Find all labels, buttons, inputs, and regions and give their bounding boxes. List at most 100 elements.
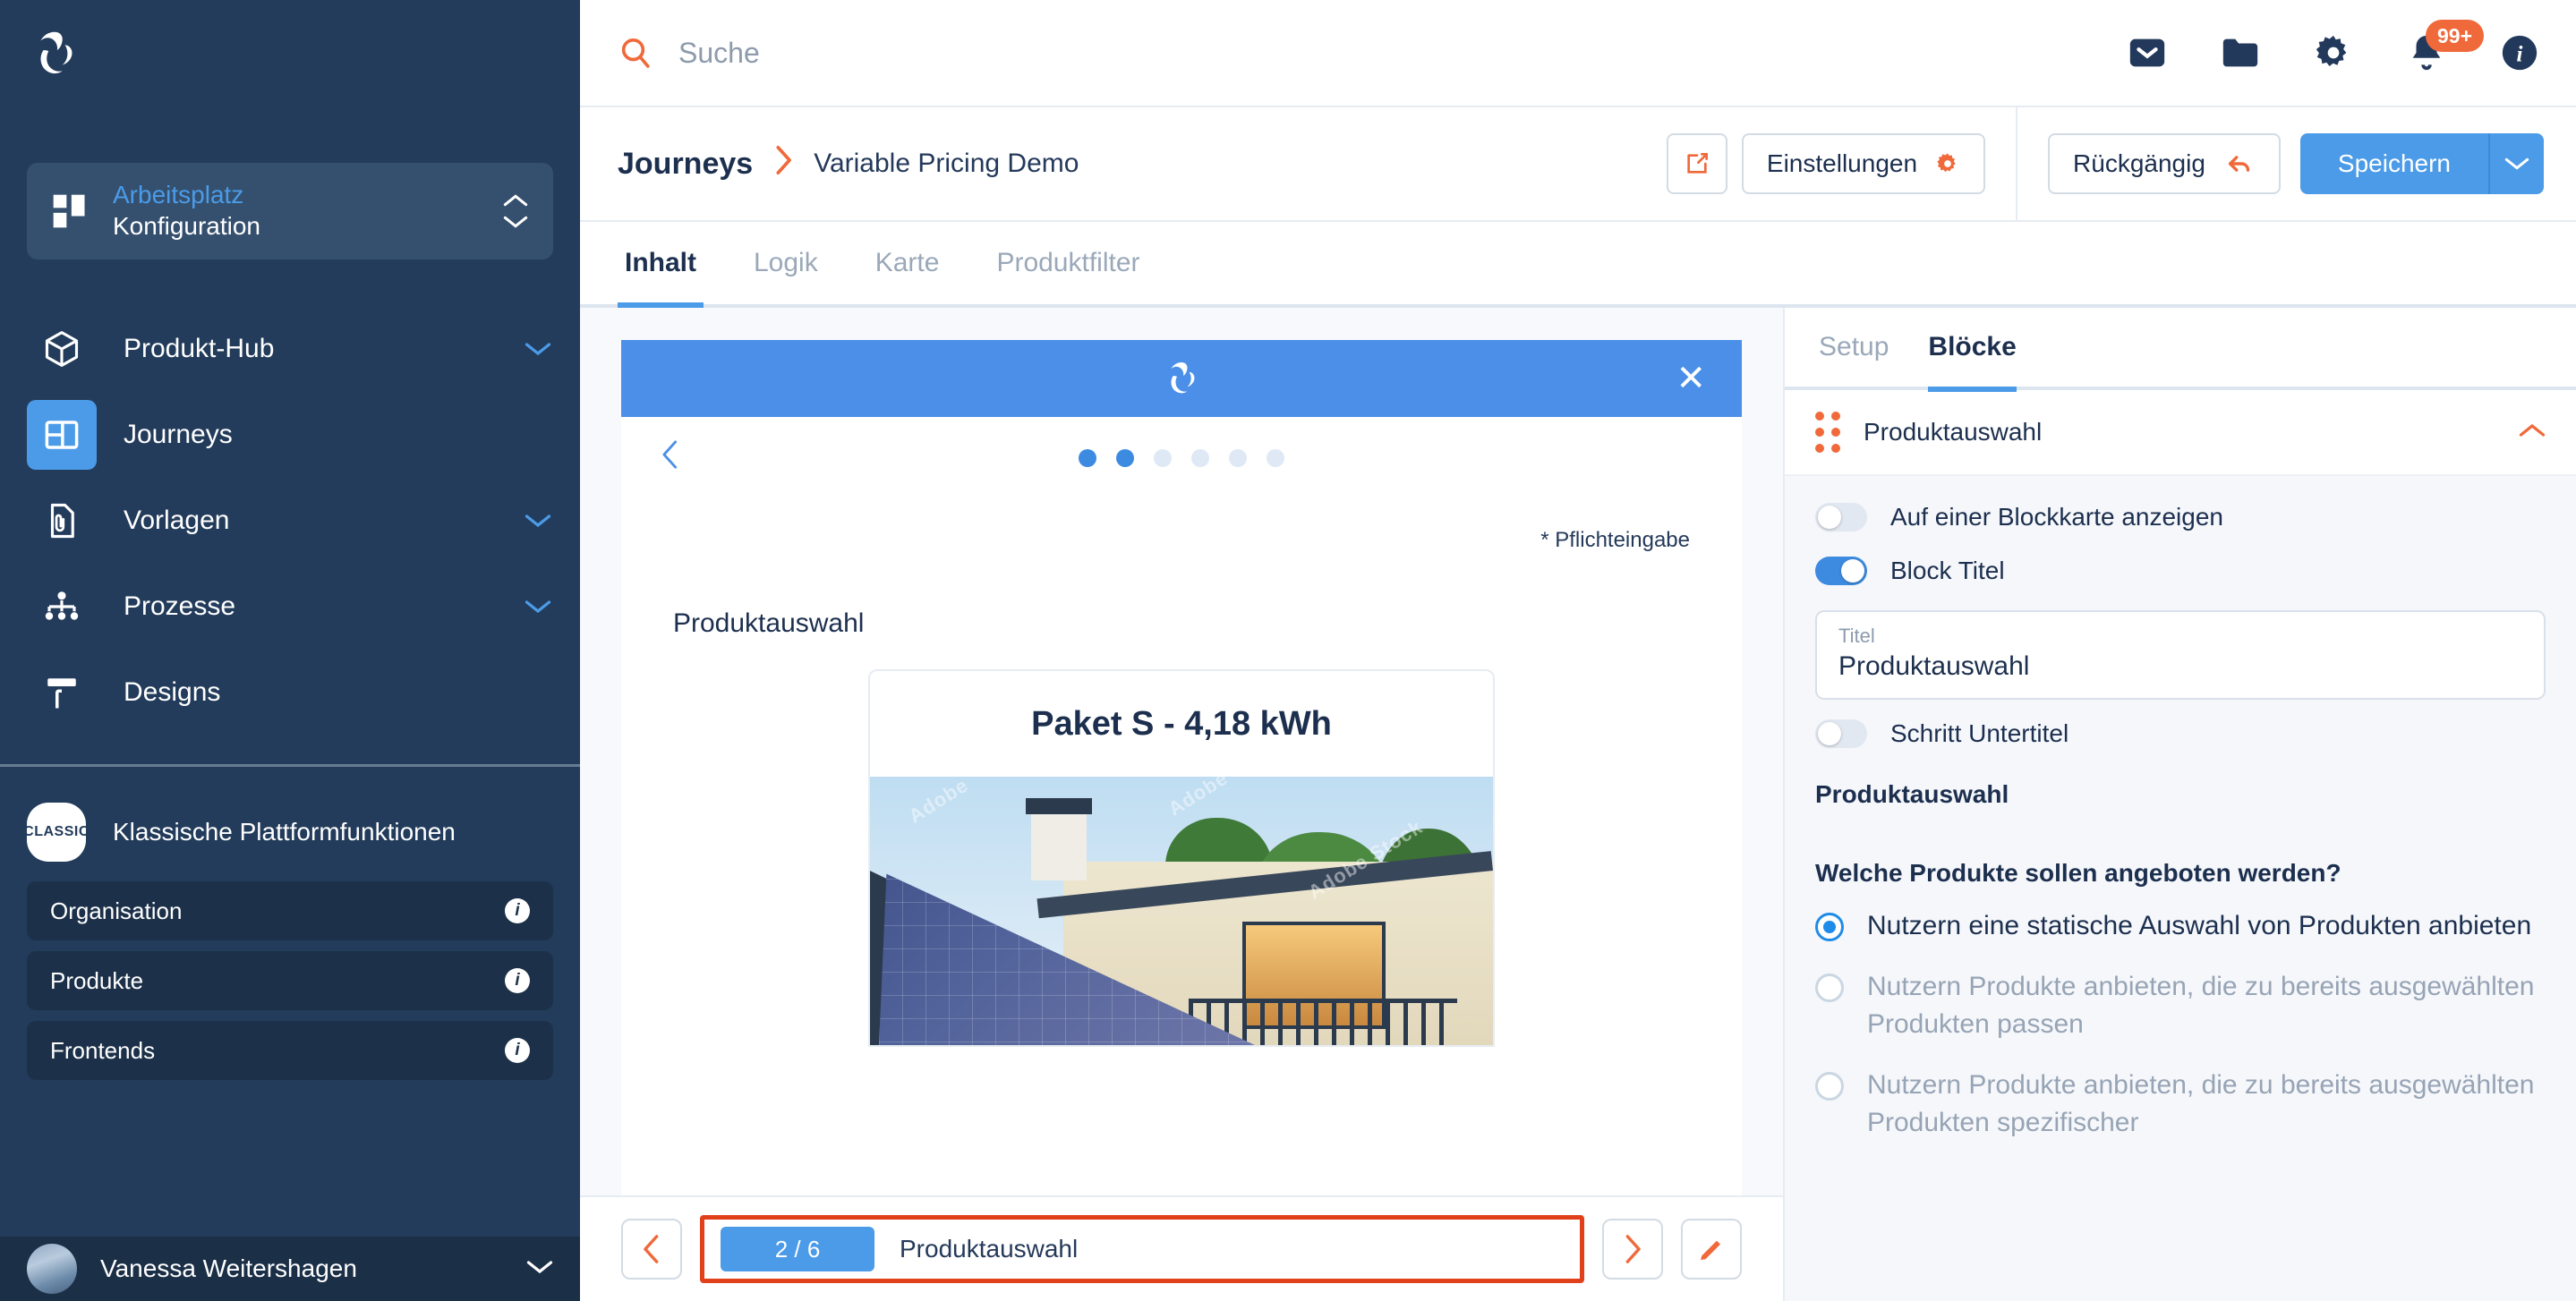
toggle-blockkarte[interactable]: Auf einer Blockkarte anzeigen xyxy=(1815,503,2546,531)
avatar xyxy=(27,1244,77,1294)
tab-produktfilter[interactable]: Produktfilter xyxy=(989,222,1147,304)
block-settings-body: Auf einer Blockkarte anzeigen Block Tite… xyxy=(1785,476,2576,1301)
chevron-right-icon xyxy=(772,145,794,183)
radio-option-matching[interactable]: Nutzern Produkte anbieten, die zu bereit… xyxy=(1815,968,2546,1043)
classic-badge: CLASSIC xyxy=(23,803,89,862)
toggle-label: Block Titel xyxy=(1890,557,2005,584)
radio-button[interactable] xyxy=(1815,974,1844,1002)
sidebar-divider xyxy=(0,764,580,767)
step-dot[interactable] xyxy=(1079,449,1096,467)
block-header[interactable]: Produktauswahl xyxy=(1785,390,2576,476)
layout-panels-icon-box xyxy=(27,400,97,470)
sidebar-item-produkte[interactable]: Produkte i xyxy=(27,951,553,1010)
toggle-block-titel[interactable]: Block Titel xyxy=(1815,557,2546,585)
sidebar-item-organisation[interactable]: Organisation i xyxy=(27,881,553,940)
sidebar-item-vorlagen[interactable]: Vorlagen xyxy=(0,478,580,564)
block-config-panel: Setup Blöcke Produktauswahl Auf einer Bl… xyxy=(1783,308,2576,1301)
sidebar-item-journeys[interactable]: Journeys xyxy=(0,392,580,478)
chevron-up-icon xyxy=(503,194,528,207)
cube-icon xyxy=(45,331,79,367)
info-icon[interactable]: i xyxy=(505,1038,530,1063)
sidebar-item-designs[interactable]: Designs xyxy=(0,650,580,736)
chevron-down-icon[interactable] xyxy=(523,513,553,529)
step-navigation-bar: 2 / 6 Produktauswahl xyxy=(580,1195,1783,1301)
workspace-chevrons[interactable] xyxy=(503,192,528,230)
breadcrumb-root[interactable]: Journeys xyxy=(618,147,753,182)
chevron-up-icon[interactable] xyxy=(2519,422,2546,443)
step-dot[interactable] xyxy=(1191,449,1209,467)
close-icon[interactable]: ✕ xyxy=(1676,361,1706,396)
chevron-down-icon[interactable] xyxy=(526,1259,553,1280)
toggle-label: Schritt Untertitel xyxy=(1890,719,2069,747)
tab-karte[interactable]: Karte xyxy=(868,222,947,304)
step-prev-button[interactable] xyxy=(621,1219,682,1280)
preview-step-dots xyxy=(621,417,1742,499)
radio-option-static[interactable]: Nutzern eine statische Auswahl von Produ… xyxy=(1815,907,2546,945)
drag-grip-icon[interactable] xyxy=(1815,412,1840,453)
toggle-switch[interactable] xyxy=(1815,557,1867,585)
chevron-down-icon xyxy=(2504,157,2529,170)
toggle-schritt-untertitel[interactable]: Schritt Untertitel xyxy=(1815,719,2546,748)
search-input[interactable] xyxy=(678,36,2127,70)
radio-option-specific[interactable]: Nutzern Produkte anbieten, die zu bereit… xyxy=(1815,1067,2546,1142)
document-clip-icon xyxy=(50,503,74,539)
sidebar-item-frontends[interactable]: Frontends i xyxy=(27,1021,553,1080)
save-options-button[interactable] xyxy=(2488,133,2544,194)
preview-scroll: ✕ * Pflichteingabe Produktauswahl Paket … xyxy=(580,308,1783,1195)
workspace-selector[interactable]: Arbeitsplatz Konfiguration xyxy=(27,163,553,259)
product-title: Paket S - 4,18 kWh xyxy=(1031,704,1332,743)
settings-button[interactable]: Einstellungen xyxy=(1741,133,1986,194)
tab-setup[interactable]: Setup xyxy=(1819,306,1889,388)
current-step-field[interactable]: 2 / 6 Produktauswahl xyxy=(700,1215,1584,1283)
chevron-down-icon[interactable] xyxy=(523,341,553,357)
bell-icon[interactable]: 99+ xyxy=(2406,20,2485,73)
sidebar-item-label: Produkt-Hub xyxy=(124,334,275,363)
undo-arrow-icon xyxy=(2228,156,2250,172)
step-dot[interactable] xyxy=(1267,449,1284,467)
step-dot[interactable] xyxy=(1229,449,1247,467)
gear-icon[interactable] xyxy=(2313,32,2354,73)
radio-label: Nutzern Produkte anbieten, die zu bereit… xyxy=(1867,1070,2535,1137)
info-icon[interactable]: i xyxy=(505,968,530,993)
classic-section-title: Klassische Plattformfunktionen xyxy=(113,818,456,846)
tab-logik[interactable]: Logik xyxy=(746,222,825,304)
search-icon[interactable] xyxy=(618,35,653,71)
breadcrumb-bar: Journeys Variable Pricing Demo Einstellu… xyxy=(580,106,2576,222)
step-edit-button[interactable] xyxy=(1681,1219,1742,1280)
toggle-switch[interactable] xyxy=(1815,719,1867,748)
settings-label: Einstellungen xyxy=(1766,149,1918,177)
step-counter: 2 / 6 xyxy=(721,1227,874,1271)
preview-body: * Pflichteingabe Produktauswahl Paket S … xyxy=(621,499,1742,1195)
info-icon[interactable]: i xyxy=(505,898,530,923)
radio-label: Nutzern Produkte anbieten, die zu bereit… xyxy=(1867,972,2535,1039)
tab-inhalt[interactable]: Inhalt xyxy=(618,222,704,308)
preview-section-title: Produktauswahl xyxy=(673,608,865,638)
toggle-switch[interactable] xyxy=(1815,503,1867,531)
folder-icon[interactable] xyxy=(2220,32,2261,73)
chevron-down-icon[interactable] xyxy=(523,599,553,615)
user-menu[interactable]: Vanessa Weitershagen xyxy=(0,1237,580,1301)
undo-button[interactable]: Rückgängig xyxy=(2048,133,2281,194)
tab-bloecke[interactable]: Blöcke xyxy=(1928,306,2017,392)
primary-nav: Produkt-Hub Journeys Vorlagen Prozesse D… xyxy=(0,306,580,736)
step-dot[interactable] xyxy=(1116,449,1134,467)
step-next-button[interactable] xyxy=(1602,1219,1663,1280)
app-logo[interactable] xyxy=(0,0,580,107)
content-tabs: Inhalt Logik Karte Produktfilter xyxy=(580,222,2576,308)
radio-button[interactable] xyxy=(1815,1072,1844,1101)
chevron-left-icon xyxy=(644,1235,659,1263)
info-circle-icon[interactable]: i xyxy=(2499,32,2540,73)
step-dot[interactable] xyxy=(1154,449,1172,467)
radio-label: Nutzern eine statische Auswahl von Produ… xyxy=(1867,911,2532,940)
sidebar-item-prozesse[interactable]: Prozesse xyxy=(0,564,580,650)
sidebar-item-produkt-hub[interactable]: Produkt-Hub xyxy=(0,306,580,392)
product-image: Adobe Adobe Adobe Stock xyxy=(870,777,1493,1045)
mail-icon[interactable] xyxy=(2127,32,2168,73)
product-card[interactable]: Paket S - 4,18 kWh Adobe Adobe Adobe Sto… xyxy=(868,669,1495,1047)
radio-button[interactable] xyxy=(1815,913,1844,941)
preview-area: ✕ * Pflichteingabe Produktauswahl Paket … xyxy=(580,308,1783,1301)
save-button[interactable]: Speichern xyxy=(2299,133,2488,194)
title-field[interactable]: Titel xyxy=(1815,610,2546,700)
title-input[interactable] xyxy=(1838,651,2522,682)
open-external-button[interactable] xyxy=(1666,133,1727,194)
